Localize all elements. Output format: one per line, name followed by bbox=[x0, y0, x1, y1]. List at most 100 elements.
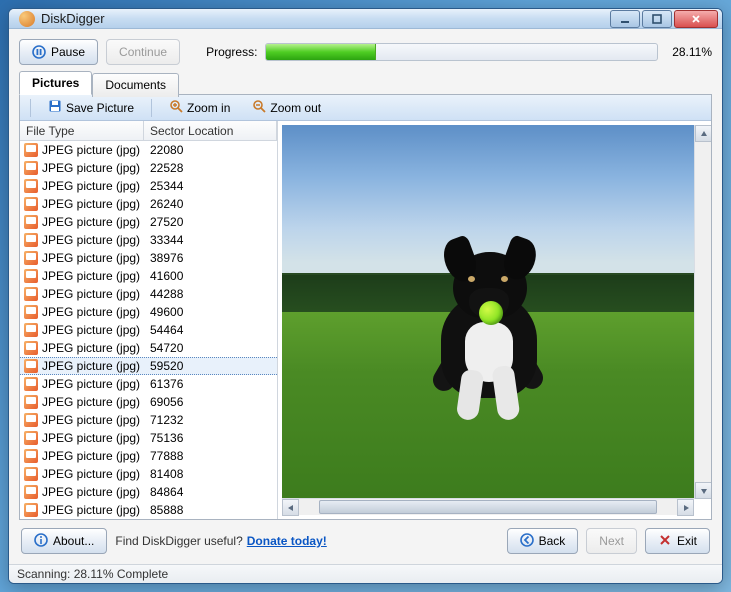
table-row[interactable]: JPEG picture (jpg)44288 bbox=[20, 285, 277, 303]
table-row[interactable]: JPEG picture (jpg)59520 bbox=[20, 357, 277, 375]
main-panel: Save Picture Zoom in Zoom out File Type … bbox=[19, 94, 712, 520]
list-body[interactable]: JPEG picture (jpg)22080JPEG picture (jpg… bbox=[20, 141, 277, 519]
zoom-in-label: Zoom in bbox=[187, 101, 230, 115]
image-file-icon bbox=[24, 197, 38, 211]
panel-toolbar: Save Picture Zoom in Zoom out bbox=[20, 95, 711, 121]
table-row[interactable]: JPEG picture (jpg)26240 bbox=[20, 195, 277, 213]
table-row[interactable]: JPEG picture (jpg)61376 bbox=[20, 375, 277, 393]
row-sector: 75136 bbox=[150, 431, 183, 445]
row-sector: 27520 bbox=[150, 215, 183, 229]
exit-button[interactable]: Exit bbox=[645, 528, 710, 554]
preview-pane bbox=[278, 121, 711, 519]
window-title: DiskDigger bbox=[41, 11, 610, 26]
table-row[interactable]: JPEG picture (jpg)22080 bbox=[20, 141, 277, 159]
table-row[interactable]: JPEG picture (jpg)69056 bbox=[20, 393, 277, 411]
back-button[interactable]: Back bbox=[507, 528, 579, 554]
row-sector: 44288 bbox=[150, 287, 183, 301]
close-button[interactable] bbox=[674, 10, 718, 28]
table-row[interactable]: JPEG picture (jpg)27520 bbox=[20, 213, 277, 231]
row-file-type: JPEG picture (jpg) bbox=[42, 215, 150, 229]
col-file-type[interactable]: File Type bbox=[20, 121, 144, 140]
zoom-out-icon bbox=[252, 99, 266, 116]
preview-image bbox=[282, 125, 694, 515]
image-file-icon bbox=[24, 251, 38, 265]
col-sector[interactable]: Sector Location bbox=[144, 121, 277, 140]
row-sector: 54464 bbox=[150, 323, 183, 337]
row-sector: 41600 bbox=[150, 269, 183, 283]
about-button[interactable]: About... bbox=[21, 528, 107, 554]
list-header: File Type Sector Location bbox=[20, 121, 277, 141]
statusbar: Scanning: 28.11% Complete bbox=[9, 564, 722, 583]
row-sector: 25344 bbox=[150, 179, 183, 193]
table-row[interactable]: JPEG picture (jpg)75136 bbox=[20, 429, 277, 447]
zoom-in-icon bbox=[169, 99, 183, 116]
donate-link[interactable]: Donate today! bbox=[247, 534, 327, 548]
table-row[interactable]: JPEG picture (jpg)25344 bbox=[20, 177, 277, 195]
row-sector: 54720 bbox=[150, 341, 183, 355]
table-row[interactable]: JPEG picture (jpg)54464 bbox=[20, 321, 277, 339]
table-row[interactable]: JPEG picture (jpg)54720 bbox=[20, 339, 277, 357]
table-row[interactable]: JPEG picture (jpg)38976 bbox=[20, 249, 277, 267]
row-sector: 69056 bbox=[150, 395, 183, 409]
image-file-icon bbox=[24, 323, 38, 337]
row-sector: 22080 bbox=[150, 143, 183, 157]
hscroll-thumb[interactable] bbox=[319, 500, 657, 514]
image-file-icon bbox=[24, 485, 38, 499]
row-file-type: JPEG picture (jpg) bbox=[42, 503, 150, 517]
exit-label: Exit bbox=[677, 534, 697, 548]
pause-button[interactable]: Pause bbox=[19, 39, 98, 65]
status-text: Scanning: 28.11% Complete bbox=[17, 567, 168, 581]
image-file-icon bbox=[24, 341, 38, 355]
row-sector: 59520 bbox=[150, 359, 183, 373]
scroll-left-button[interactable] bbox=[282, 499, 299, 516]
row-sector: 84864 bbox=[150, 485, 183, 499]
pause-label: Pause bbox=[51, 45, 85, 59]
app-icon bbox=[19, 11, 35, 27]
table-row[interactable]: JPEG picture (jpg)41600 bbox=[20, 267, 277, 285]
row-file-type: JPEG picture (jpg) bbox=[42, 485, 150, 499]
next-button: Next bbox=[586, 528, 637, 554]
image-file-icon bbox=[24, 395, 38, 409]
zoom-out-button[interactable]: Zoom out bbox=[243, 97, 330, 119]
table-row[interactable]: JPEG picture (jpg)77888 bbox=[20, 447, 277, 465]
image-file-icon bbox=[24, 161, 38, 175]
row-sector: 77888 bbox=[150, 449, 183, 463]
titlebar[interactable]: DiskDigger bbox=[9, 9, 722, 29]
image-file-icon bbox=[24, 143, 38, 157]
preview-horizontal-scrollbar[interactable] bbox=[282, 498, 694, 515]
row-sector: 85888 bbox=[150, 503, 183, 517]
tab-pictures-label: Pictures bbox=[32, 76, 79, 90]
table-row[interactable]: JPEG picture (jpg)22528 bbox=[20, 159, 277, 177]
table-row[interactable]: JPEG picture (jpg)81408 bbox=[20, 465, 277, 483]
image-file-icon bbox=[24, 233, 38, 247]
zoom-out-label: Zoom out bbox=[270, 101, 321, 115]
table-row[interactable]: JPEG picture (jpg)33344 bbox=[20, 231, 277, 249]
scroll-down-button[interactable] bbox=[695, 482, 711, 499]
row-file-type: JPEG picture (jpg) bbox=[42, 431, 150, 445]
table-row[interactable]: JPEG picture (jpg)49600 bbox=[20, 303, 277, 321]
scroll-right-button[interactable] bbox=[677, 499, 694, 516]
table-row[interactable]: JPEG picture (jpg)71232 bbox=[20, 411, 277, 429]
next-label: Next bbox=[599, 534, 624, 548]
tab-documents[interactable]: Documents bbox=[92, 73, 179, 97]
tab-documents-label: Documents bbox=[105, 78, 166, 92]
image-file-icon bbox=[24, 305, 38, 319]
app-window: DiskDigger Pause Continue Progress: 28.1… bbox=[8, 8, 723, 584]
continue-button: Continue bbox=[106, 39, 180, 65]
maximize-button[interactable] bbox=[642, 10, 672, 28]
image-file-icon bbox=[24, 287, 38, 301]
preview-vertical-scrollbar[interactable] bbox=[694, 125, 711, 499]
tab-pictures[interactable]: Pictures bbox=[19, 71, 92, 95]
save-picture-button[interactable]: Save Picture bbox=[39, 97, 143, 119]
minimize-button[interactable] bbox=[610, 10, 640, 28]
table-row[interactable]: JPEG picture (jpg)85888 bbox=[20, 501, 277, 519]
row-file-type: JPEG picture (jpg) bbox=[42, 179, 150, 193]
row-file-type: JPEG picture (jpg) bbox=[42, 287, 150, 301]
table-row[interactable]: JPEG picture (jpg)84864 bbox=[20, 483, 277, 501]
scroll-up-button[interactable] bbox=[695, 125, 711, 142]
zoom-in-button[interactable]: Zoom in bbox=[160, 97, 239, 119]
row-file-type: JPEG picture (jpg) bbox=[42, 449, 150, 463]
row-sector: 81408 bbox=[150, 467, 183, 481]
image-file-icon bbox=[24, 215, 38, 229]
row-file-type: JPEG picture (jpg) bbox=[42, 395, 150, 409]
